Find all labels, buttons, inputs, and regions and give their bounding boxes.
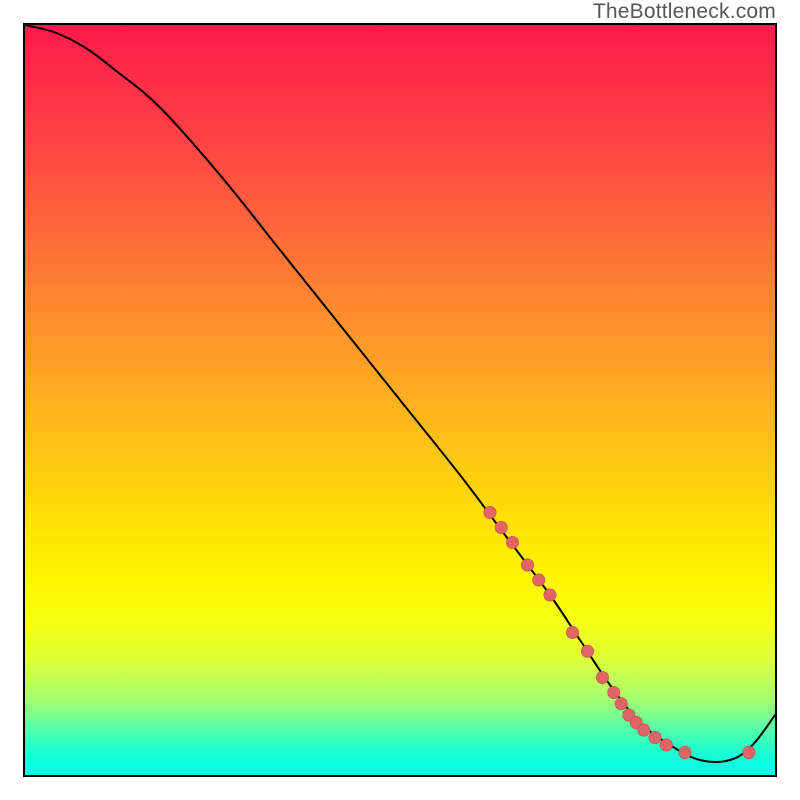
marker-group bbox=[484, 506, 755, 758]
data-marker bbox=[679, 746, 691, 758]
chart-plot-area bbox=[23, 23, 777, 777]
data-marker bbox=[533, 574, 545, 586]
data-marker bbox=[506, 536, 518, 548]
data-marker bbox=[608, 686, 620, 698]
data-marker bbox=[566, 626, 578, 638]
data-marker bbox=[521, 559, 533, 571]
data-marker bbox=[743, 746, 755, 758]
data-marker bbox=[495, 521, 507, 533]
data-marker bbox=[615, 698, 627, 710]
data-marker bbox=[649, 731, 661, 743]
data-marker bbox=[581, 645, 593, 657]
data-marker bbox=[544, 589, 556, 601]
data-marker bbox=[484, 506, 496, 518]
chart-svg bbox=[25, 25, 775, 775]
bottleneck-curve bbox=[25, 25, 775, 762]
watermark-text: TheBottleneck.com bbox=[593, 0, 776, 24]
data-marker bbox=[638, 724, 650, 736]
data-marker bbox=[660, 739, 672, 751]
data-marker bbox=[596, 671, 608, 683]
